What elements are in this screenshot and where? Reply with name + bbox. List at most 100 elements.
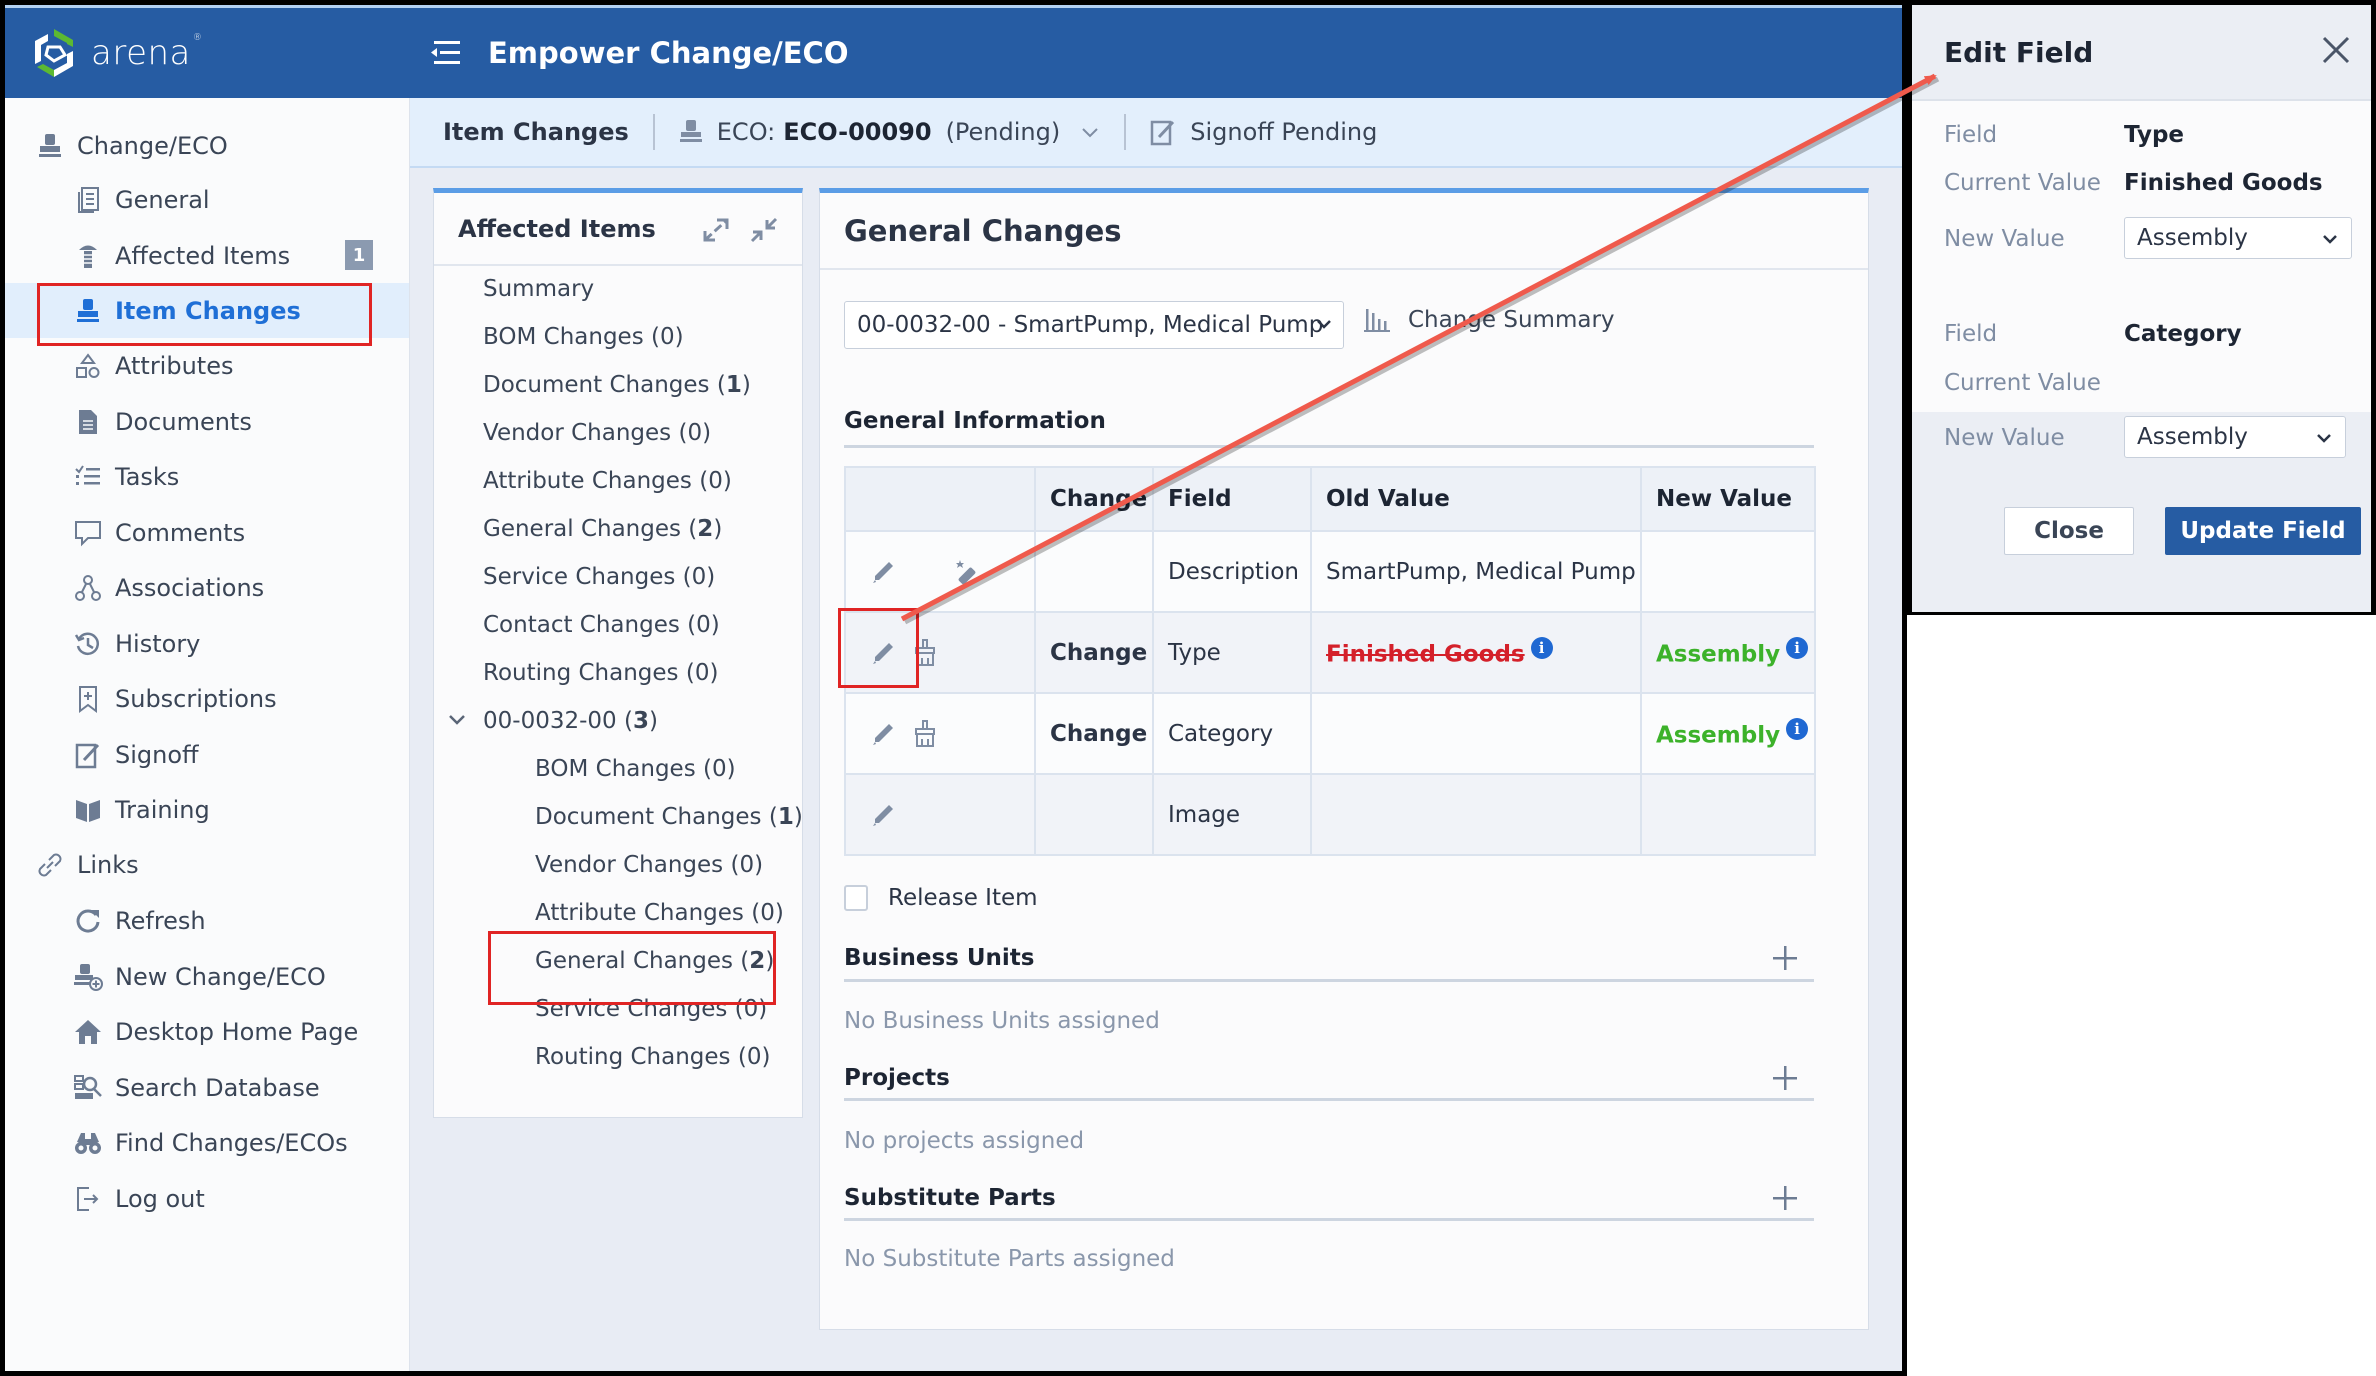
- tree-item-general-changes[interactable]: General Changes (2): [483, 516, 722, 542]
- change-cell: [1034, 530, 1154, 613]
- field-cell: Type: [1152, 611, 1312, 694]
- tree-item-count: 3: [632, 708, 649, 734]
- close-button[interactable]: Close: [2004, 507, 2134, 555]
- sidebar-item-training[interactable]: Training: [5, 782, 409, 837]
- tree-item-label: Contact Changes: [483, 612, 680, 638]
- divider: [1124, 114, 1127, 150]
- change-summary-link[interactable]: Change Summary: [1364, 307, 1615, 333]
- sidebar-item-label: Links: [77, 850, 139, 879]
- signoff-icon: [1150, 118, 1176, 146]
- chevron-down-icon[interactable]: [447, 710, 467, 736]
- magic-wand-icon[interactable]: [954, 558, 982, 586]
- tree-item-label: General Changes: [483, 516, 681, 542]
- info-icon[interactable]: i: [1786, 718, 1809, 741]
- sidebar-item-search-database[interactable]: Search Database: [5, 1060, 409, 1115]
- tree-item-attribute-changes[interactable]: Attribute Changes (0): [483, 468, 732, 494]
- sidebar-item-affected-items[interactable]: Affected Items 1: [5, 228, 409, 283]
- sidebar-item-associations[interactable]: Associations: [5, 560, 409, 615]
- tree-item-vendor-changes[interactable]: Vendor Changes (0): [535, 852, 763, 878]
- sidebar-item-comments[interactable]: Comments: [5, 505, 409, 560]
- tree-item-document-changes[interactable]: Document Changes (1): [535, 804, 803, 830]
- sidebar-item-desktop-home-page[interactable]: Desktop Home Page: [5, 1004, 409, 1059]
- edit-pencil-icon[interactable]: [870, 721, 896, 747]
- page-title: Item Changes: [443, 118, 629, 146]
- stamp-icon: [679, 119, 703, 145]
- sidebar-item-label: Training: [115, 795, 210, 824]
- substitute-parts-title: Substitute Parts: [844, 1185, 1056, 1211]
- sidebar-item-label: Find Changes/ECOs: [115, 1128, 348, 1157]
- chevron-down-icon[interactable]: [1080, 118, 1100, 146]
- expand-icon[interactable]: [700, 215, 732, 251]
- arena-logo[interactable]: arena ®: [5, 27, 410, 79]
- divider: [844, 1098, 1814, 1101]
- sidebar-item-label: New Change/ECO: [115, 962, 326, 991]
- tree-node-00-0032-00[interactable]: 00-0032-00 (3): [449, 708, 658, 734]
- book-icon: [73, 795, 103, 825]
- new-value-select-category[interactable]: Assembly: [2124, 416, 2346, 458]
- sidebar-item-refresh[interactable]: Refresh: [5, 893, 409, 948]
- sidebar-item-log-out[interactable]: Log out: [5, 1171, 409, 1226]
- menu-toggle-icon[interactable]: [430, 38, 464, 68]
- add-business-unit-icon[interactable]: [1770, 943, 1800, 973]
- file-icon: [73, 407, 103, 437]
- tree-item-label: General Changes: [535, 948, 733, 974]
- sidebar-item-signoff[interactable]: Signoff: [5, 727, 409, 782]
- search-database-icon: [73, 1073, 103, 1103]
- close-icon[interactable]: [2319, 33, 2353, 67]
- sidebar-item-find-changes-ecos[interactable]: Find Changes/ECOs: [5, 1115, 409, 1170]
- sidebar-item-change-eco[interactable]: Change/ECO: [5, 118, 409, 173]
- tree-item-vendor-changes[interactable]: Vendor Changes (0): [483, 420, 711, 446]
- sidebar-item-subscriptions[interactable]: Subscriptions: [5, 671, 409, 726]
- update-field-button[interactable]: Update Field: [2165, 507, 2361, 555]
- tree-item-bom-changes[interactable]: BOM Changes (0): [483, 324, 684, 350]
- sidebar-item-general[interactable]: General: [5, 172, 409, 227]
- tree-item-count: 0: [687, 420, 703, 446]
- sidebar-item-history[interactable]: History: [5, 616, 409, 671]
- collapse-icon[interactable]: [748, 215, 780, 251]
- tree-item-label: 00-0032-00: [483, 708, 617, 734]
- tree-item-routing-changes[interactable]: Routing Changes (0): [483, 660, 718, 686]
- sidebar-item-attributes[interactable]: Attributes: [5, 338, 409, 393]
- tree-item-bom-changes[interactable]: BOM Changes (0): [535, 756, 736, 782]
- edit-pencil-icon[interactable]: [870, 802, 896, 828]
- business-units-empty: No Business Units assigned: [844, 1008, 1160, 1034]
- broom-icon[interactable]: [912, 638, 938, 668]
- add-substitute-part-icon[interactable]: [1770, 1183, 1800, 1213]
- sidebar-item-tasks[interactable]: Tasks: [5, 449, 409, 504]
- release-item-option[interactable]: Release Item: [844, 885, 1038, 911]
- new-value-text: Assembly: [1656, 722, 1781, 749]
- eco-selector[interactable]: ECO: ECO-00090 (Pending): [679, 118, 1100, 146]
- sidebar-item-item-changes[interactable]: Item Changes: [5, 283, 409, 338]
- stamp-icon: [35, 131, 65, 161]
- broom-icon[interactable]: [912, 719, 938, 749]
- sidebar-item-label: Subscriptions: [115, 684, 277, 713]
- tree-item-general-changes[interactable]: General Changes (2): [535, 948, 774, 974]
- tree-item-attribute-changes[interactable]: Attribute Changes (0): [535, 900, 784, 926]
- chevron-down-icon: [2313, 427, 2335, 455]
- tree-item-service-changes[interactable]: Service Changes (0): [535, 996, 767, 1022]
- sidebar-item-new-change-eco[interactable]: New Change/ECO: [5, 949, 409, 1004]
- new-value-label: New Value: [1944, 226, 2065, 252]
- tree-item-contact-changes[interactable]: Contact Changes (0): [483, 612, 720, 638]
- info-icon[interactable]: i: [1530, 637, 1553, 660]
- current-value-label: Current Value: [1944, 170, 2101, 196]
- sidebar-item-documents[interactable]: Documents: [5, 394, 409, 449]
- add-project-icon[interactable]: [1770, 1063, 1800, 1093]
- tree-item-summary[interactable]: Summary: [483, 276, 594, 302]
- edit-pencil-icon[interactable]: [870, 559, 896, 585]
- release-item-checkbox[interactable]: [844, 885, 868, 911]
- new-value-cell: [1640, 773, 1816, 856]
- tree-item-count: 1: [725, 372, 742, 398]
- edit-pencil-icon[interactable]: [870, 640, 896, 666]
- part-select[interactable]: 00-0032-00 - SmartPump, Medical Pump: [844, 301, 1344, 349]
- info-icon[interactable]: i: [1786, 637, 1809, 660]
- signoff-status[interactable]: Signoff Pending: [1150, 118, 1377, 146]
- stamp-icon: [73, 296, 103, 326]
- new-value-select-type[interactable]: Assembly: [2124, 217, 2352, 259]
- sidebar-item-links[interactable]: Links: [5, 837, 409, 892]
- tree-item-document-changes[interactable]: Document Changes (1): [483, 372, 751, 398]
- sidebar-item-label: Change/ECO: [77, 131, 228, 160]
- tree-item-routing-changes[interactable]: Routing Changes (0): [535, 1044, 770, 1070]
- tree-item-count: 0: [691, 564, 707, 590]
- tree-item-service-changes[interactable]: Service Changes (0): [483, 564, 715, 590]
